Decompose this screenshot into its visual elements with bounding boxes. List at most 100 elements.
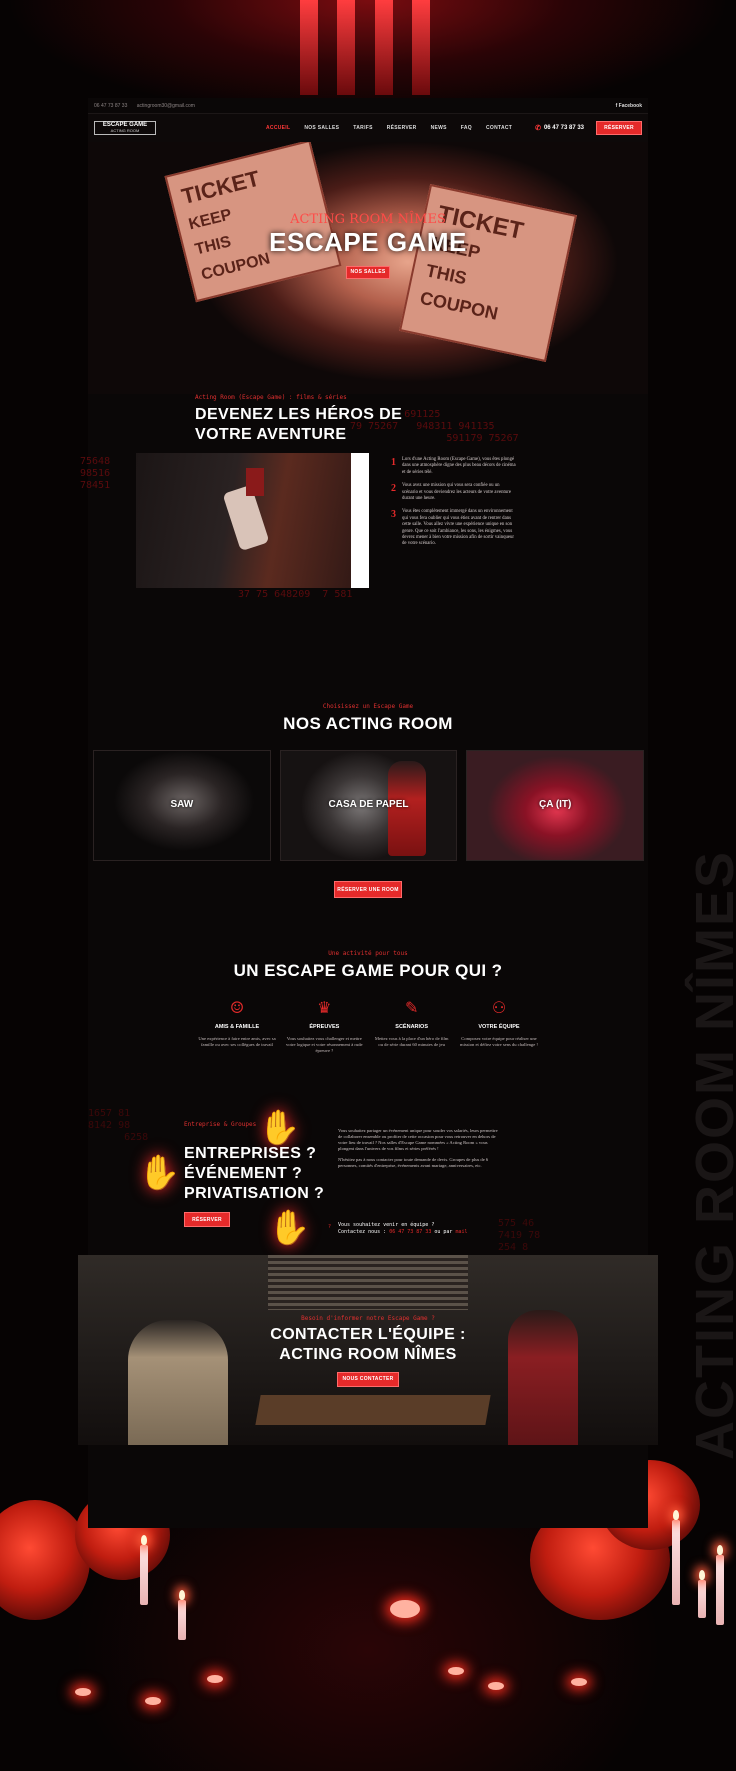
business-contact-line-2: Contactez nous : 06 47 73 87 33 ou par m… <box>338 1229 467 1236</box>
audience-card: ⚇ VOTRE ÉQUIPE Composez votre équipe pou… <box>460 998 538 1054</box>
hero-rooms-button[interactable]: NOS SALLES <box>346 265 390 279</box>
intro-title-2: VOTRE AVENTURE <box>195 426 347 443</box>
audience-heading: Une activité pour tous UN ESCAPE GAME PO… <box>88 950 648 981</box>
step-number: 2 <box>391 483 396 495</box>
window-blinds <box>268 1255 468 1310</box>
step-2: 2 Vous avez une mission qui vous sera co… <box>391 483 516 502</box>
film-icon: ✎ <box>404 998 419 1017</box>
intro-title-1: DEVENEZ LES HÉROS DE <box>195 406 403 423</box>
hero-content: ACTING ROOM NÎMES ESCAPE GAME NOS SALLES <box>88 212 648 279</box>
nav-item-reserver[interactable]: RÉSERVER <box>387 125 417 131</box>
desk <box>255 1395 491 1425</box>
card-text: Vous souhaitez vous challenger et mettre… <box>286 1036 363 1053</box>
nav-item-contact[interactable]: CONTACT <box>486 125 512 131</box>
business-desc-1: Vous souhaitez partager un événement uni… <box>338 1128 498 1151</box>
team-icon: ⚇ <box>491 998 507 1017</box>
hero-title: ESCAPE GAME <box>269 227 467 257</box>
contact-mid: ou par <box>431 1228 456 1235</box>
business-desc-2: N'hésitez pas à nous contacter pour tout… <box>338 1157 489 1168</box>
contact-title-2: ACTING ROOM NÎMES <box>279 1346 457 1363</box>
step-text: Vous avez une mission qui vous sera conf… <box>402 483 511 502</box>
digits-background: 575 46 7419 78 254 8 <box>498 1218 541 1253</box>
card-text: Une expérience à faire entre amis, avec … <box>198 1036 276 1047</box>
room-name: ÇA (IT) <box>538 799 572 810</box>
nav-phone[interactable]: ✆ 06 47 73 87 33 <box>535 124 584 132</box>
business-description: Vous souhaitez partager un événement uni… <box>338 1128 498 1169</box>
nav-item-nos-salles[interactable]: NOS SALLES <box>304 125 339 131</box>
website-frame: 06 47 73 87 33 actingroom30@gmail.com f … <box>78 98 658 1528</box>
intro-steps: 1 Lors d'une Acting Room (Escape Game), … <box>391 457 516 555</box>
audience-card: ☺ AMIS & FAMILLE Une expérience à faire … <box>198 998 276 1054</box>
phone-icon: ✆ <box>535 125 541 132</box>
nav-item-faq[interactable]: FAQ <box>461 125 472 131</box>
candle <box>716 1545 724 1625</box>
rooms-heading: Choisissez un Escape Game NOS ACTING ROO… <box>88 703 648 734</box>
card-title: ÉPREUVES <box>309 1024 340 1030</box>
photo-glove-shape <box>246 468 264 496</box>
menu: ACCUEIL NOS SALLES TARIFS RÉSERVER NEWS … <box>266 125 512 131</box>
site-logo[interactable]: ESCAPE GAME ACTING ROOM <box>94 121 156 135</box>
contact-kicker: Besoin d'informer notre Escape Game ? <box>301 1315 435 1322</box>
card-text: Composez votre équipe pour réaliser une … <box>460 1036 538 1047</box>
contact-title-1: CONTACTER L'ÉQUIPE : <box>270 1326 466 1343</box>
bloody-hand-icon: ✋ <box>258 1108 301 1148</box>
tealight <box>145 1697 161 1705</box>
business-section: 1657 81 8142 98 6258 575 46 7419 78 254 … <box>88 1108 648 1253</box>
topbar-email[interactable]: actingroom30@gmail.com <box>137 103 195 109</box>
business-kicker: Entreprise & Groupes <box>184 1121 257 1128</box>
main-navigation: ESCAPE GAME ACTING ROOM ACCUEIL NOS SALL… <box>88 114 648 142</box>
step-1: 1 Lors d'une Acting Room (Escape Game), … <box>391 457 516 476</box>
digits-background: 1657 81 8142 98 6258 <box>88 1108 149 1143</box>
card-title: AMIS & FAMILLE <box>214 1024 260 1030</box>
card-text: Mettez vous à la place d'un héro de film… <box>374 1036 449 1047</box>
contact-us-button[interactable]: NOUS CONTACTER <box>337 1371 399 1387</box>
rooms-title: NOS ACTING ROOM <box>283 714 453 733</box>
top-bar: 06 47 73 87 33 actingroom30@gmail.com f … <box>88 98 648 114</box>
nav-item-tarifs[interactable]: TARIFS <box>353 125 372 131</box>
room-name: CASA DE PAPEL <box>328 799 409 810</box>
rooms-kicker: Choisissez un Escape Game <box>322 703 414 710</box>
nav-reserve-button[interactable]: RÉSERVER <box>596 121 642 135</box>
digits-background: 37 75 648209 7 581 <box>238 589 353 600</box>
room-card-ca-it[interactable]: ÇA (IT) <box>466 750 645 861</box>
hero-subtitle: ACTING ROOM NÎMES <box>290 212 446 227</box>
contact-mail-link[interactable]: mail <box>455 1229 467 1235</box>
audience-card: ♛ ÉPREUVES Vous souhaitez vous challenge… <box>285 998 363 1054</box>
topbar-phone[interactable]: 06 47 73 87 33 <box>94 103 127 109</box>
nav-phone-number: 06 47 73 87 33 <box>543 125 584 131</box>
friends-icon: ☺ <box>229 998 245 1017</box>
contact-prefix: Contactez nous : <box>338 1228 390 1235</box>
contact-heading: Besoin d'informer notre Escape Game ? CO… <box>78 1315 658 1387</box>
audience-cards: ☺ AMIS & FAMILLE Une expérience à faire … <box>198 998 538 1054</box>
photo-light-shape <box>351 453 369 588</box>
reserve-room-button[interactable]: RÉSERVER UNE ROOM <box>334 881 402 898</box>
room-card-casa-de-papel[interactable]: CASA DE PAPEL <box>279 750 458 861</box>
audience-card: ✎ SCÉNARIOS Mettez vous à la place d'un … <box>373 998 451 1054</box>
side-watermark: ACTING ROOM NÎMES <box>685 850 736 1460</box>
nav-item-accueil[interactable]: ACCUEIL <box>266 125 290 131</box>
card-title: VOTRE ÉQUIPE <box>478 1024 520 1030</box>
room-name: SAW <box>170 799 194 810</box>
candle <box>178 1590 186 1640</box>
digits-background: 75648 98516 78451 <box>80 456 111 491</box>
candle <box>140 1535 148 1605</box>
intro-section: 691125 79 75267 948311 941135 591179 752… <box>80 394 648 644</box>
step-number: 3 <box>391 509 396 521</box>
nav-item-news[interactable]: NEWS <box>431 125 447 131</box>
hero-banner: TICKET KEEP THIS COUPON TICKET KEEP THIS COUPO… <box>88 142 648 394</box>
tealight <box>448 1667 464 1675</box>
question-icon: ? <box>328 1224 332 1230</box>
audience-kicker: Une activité pour tous <box>328 950 408 957</box>
business-reserve-button[interactable]: RÉSERVER <box>184 1212 230 1227</box>
contact-phone-link[interactable]: 06 47 73 87 33 <box>389 1229 431 1235</box>
room-card-saw[interactable]: SAW <box>93 750 271 861</box>
candle <box>698 1570 706 1618</box>
contact-section: Besoin d'informer notre Escape Game ? CO… <box>78 1255 658 1445</box>
tealight <box>571 1678 587 1686</box>
tealight <box>390 1600 420 1618</box>
business-line-2: ÉVÉNEMENT ? <box>184 1165 303 1182</box>
intro-kicker: Acting Room (Escape Game) : films & séri… <box>195 394 347 401</box>
facebook-link[interactable]: f Facebook <box>616 103 642 109</box>
trophy-icon: ♛ <box>317 998 332 1017</box>
candle <box>672 1510 680 1605</box>
